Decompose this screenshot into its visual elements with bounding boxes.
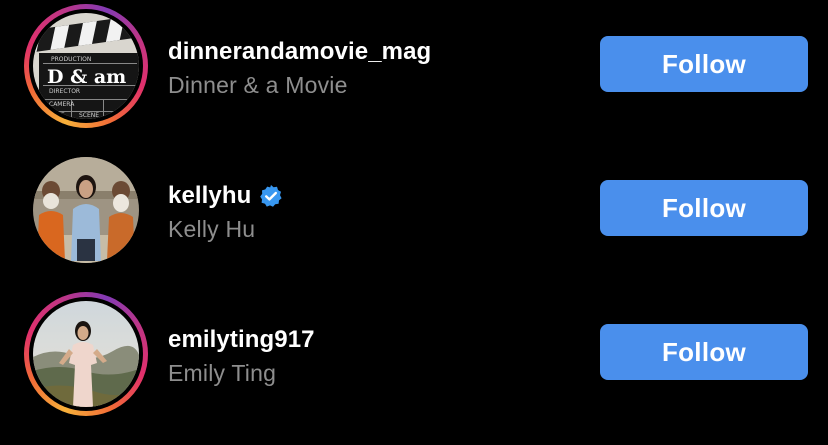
svg-text:PRODUCTION: PRODUCTION [51,56,91,63]
svg-text:SCENE: SCENE [79,112,99,119]
account-row[interactable]: emilyting917 Emily Ting Follow [0,292,828,416]
follow-button[interactable]: Follow [600,36,808,92]
svg-text:DIRECTOR: DIRECTOR [49,88,80,95]
avatar-wrapper[interactable] [24,148,148,272]
avatar [33,157,139,263]
full-name: Kelly Hu [168,216,256,242]
svg-text:CAMERA: CAMERA [49,101,75,108]
full-name: Dinner & a Movie [168,72,348,98]
suggested-accounts-list: PRODUCTION DIRECTOR CAMERA DATE SCENE TA… [0,0,828,445]
username[interactable]: dinnerandamovie_mag [168,38,431,66]
follow-button[interactable]: Follow [600,324,808,380]
svg-text:TAKE: TAKE [110,112,126,119]
username[interactable]: emilyting917 [168,326,315,354]
username[interactable]: kellyhu [168,182,251,210]
svg-text:D & am: D & am [47,66,126,88]
avatar: PRODUCTION DIRECTOR CAMERA DATE SCENE TA… [33,13,139,119]
avatar [33,301,139,407]
account-row[interactable]: kellyhu Kelly Hu Follow [0,148,828,272]
story-ring[interactable] [24,292,148,416]
follow-button[interactable]: Follow [600,180,808,236]
full-name: Emily Ting [168,360,277,386]
story-ring[interactable]: PRODUCTION DIRECTOR CAMERA DATE SCENE TA… [24,4,148,128]
verified-badge-icon [259,184,283,208]
svg-text:DATE: DATE [49,112,65,119]
account-row[interactable]: PRODUCTION DIRECTOR CAMERA DATE SCENE TA… [0,4,828,128]
